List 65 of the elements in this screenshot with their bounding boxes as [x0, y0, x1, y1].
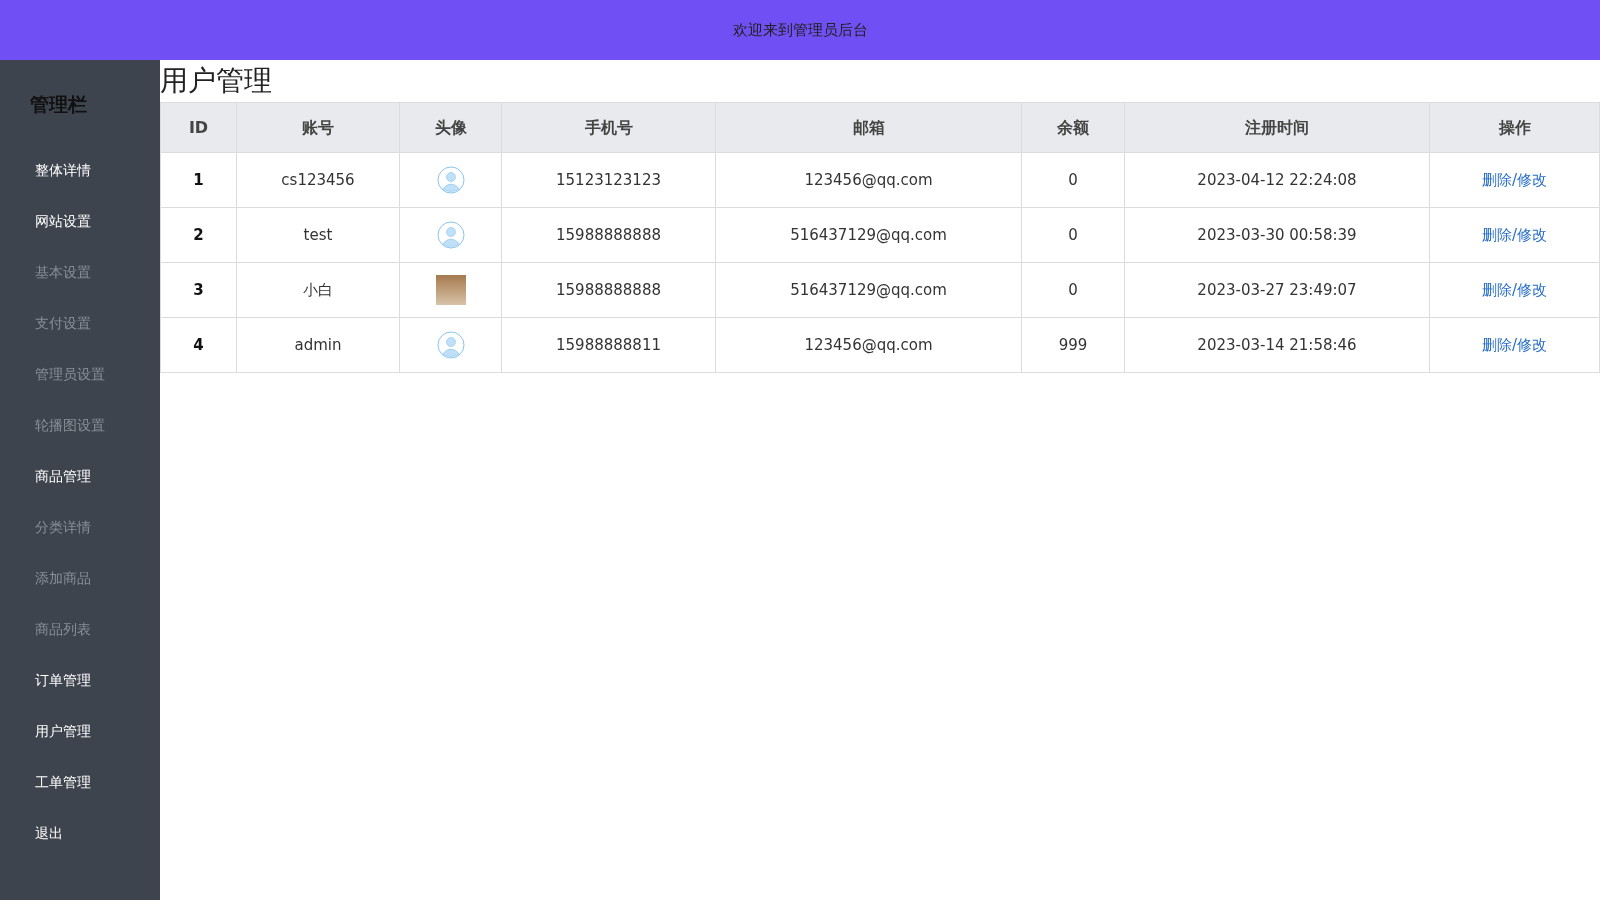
edit-link[interactable]: 修改: [1517, 280, 1548, 299]
table-cell: 15123123123: [501, 152, 716, 208]
table-cell: cs123456: [236, 152, 400, 208]
sidebar-group-link[interactable]: 退出: [35, 825, 63, 841]
table-cell: 516437129@qq.com: [715, 207, 1022, 263]
user-avatar-icon: [436, 221, 465, 249]
column-header: 操作: [1429, 102, 1600, 153]
separator-text: /: [1511, 170, 1518, 189]
table-cell: 0: [1021, 207, 1125, 263]
table-cell: 123456@qq.com: [715, 152, 1022, 208]
delete-link[interactable]: 删除: [1481, 280, 1512, 299]
table-cell: 4: [160, 317, 237, 373]
column-header: 余额: [1021, 102, 1125, 153]
sidebar-group-link[interactable]: 网站设置: [35, 213, 91, 229]
table-cell: 15988888888: [501, 207, 716, 263]
sidebar-title: 管理栏: [30, 93, 87, 115]
table-cell: admin: [236, 317, 400, 373]
table-cell: 15988888888: [501, 262, 716, 318]
delete-link[interactable]: 删除: [1481, 335, 1512, 354]
table-cell: 15988888811: [501, 317, 716, 373]
table-cell: 0: [1021, 152, 1125, 208]
table-cell: 999: [1021, 317, 1125, 373]
sidebar-link[interactable]: 分类详情: [35, 519, 91, 535]
delete-link[interactable]: 删除: [1481, 170, 1512, 189]
page-title: 用户管理: [160, 64, 272, 97]
user-avatar-icon: [436, 166, 465, 194]
column-header: 手机号: [501, 102, 716, 153]
sidebar-link[interactable]: 轮播图设置: [35, 417, 105, 433]
separator-text: /: [1511, 225, 1518, 244]
separator-text: /: [1511, 280, 1518, 299]
table-cell: 2023-03-27 23:49:07: [1124, 262, 1430, 318]
column-header: 头像: [399, 102, 502, 153]
delete-link[interactable]: 删除: [1481, 225, 1512, 244]
table-cell: 1: [160, 152, 237, 208]
column-header: 账号: [236, 102, 400, 153]
sidebar-group-link[interactable]: 工单管理: [35, 774, 91, 790]
table-cell: 0: [1021, 262, 1125, 318]
edit-link[interactable]: 修改: [1517, 335, 1548, 354]
sidebar-group-link[interactable]: 整体详情: [35, 162, 91, 178]
sidebar-link[interactable]: 基本设置: [35, 264, 91, 280]
sidebar-link[interactable]: 添加商品: [35, 570, 91, 586]
table-cell: test: [236, 207, 400, 263]
sidebar-link[interactable]: 商品列表: [35, 621, 91, 637]
column-header: 注册时间: [1124, 102, 1430, 153]
table-cell: 2023-04-12 22:24:08: [1124, 152, 1430, 208]
table-cell: 2023-03-14 21:58:46: [1124, 317, 1430, 373]
edit-link[interactable]: 修改: [1517, 170, 1548, 189]
header-title: 欢迎来到管理员后台: [732, 19, 868, 41]
sidebar-group-link[interactable]: 用户管理: [35, 723, 91, 739]
table-cell: 2023-03-30 00:58:39: [1124, 207, 1430, 263]
edit-link[interactable]: 修改: [1517, 225, 1548, 244]
sidebar-group-link[interactable]: 商品管理: [35, 468, 91, 484]
sidebar-group-link[interactable]: 订单管理: [35, 672, 91, 688]
sidebar-link[interactable]: 支付设置: [35, 315, 91, 331]
column-header: ID: [160, 102, 237, 153]
table-cell: 123456@qq.com: [715, 317, 1022, 373]
user-avatar-icon: [436, 331, 465, 359]
sidebar-link[interactable]: 管理员设置: [35, 366, 105, 382]
table-cell: 小白: [236, 262, 400, 318]
column-header: 邮箱: [715, 102, 1022, 153]
table-cell: 2: [160, 207, 237, 263]
table-cell: 3: [160, 262, 237, 318]
separator-text: /: [1511, 335, 1518, 354]
photo-placeholder: [435, 275, 466, 305]
table-cell: 516437129@qq.com: [715, 262, 1022, 318]
